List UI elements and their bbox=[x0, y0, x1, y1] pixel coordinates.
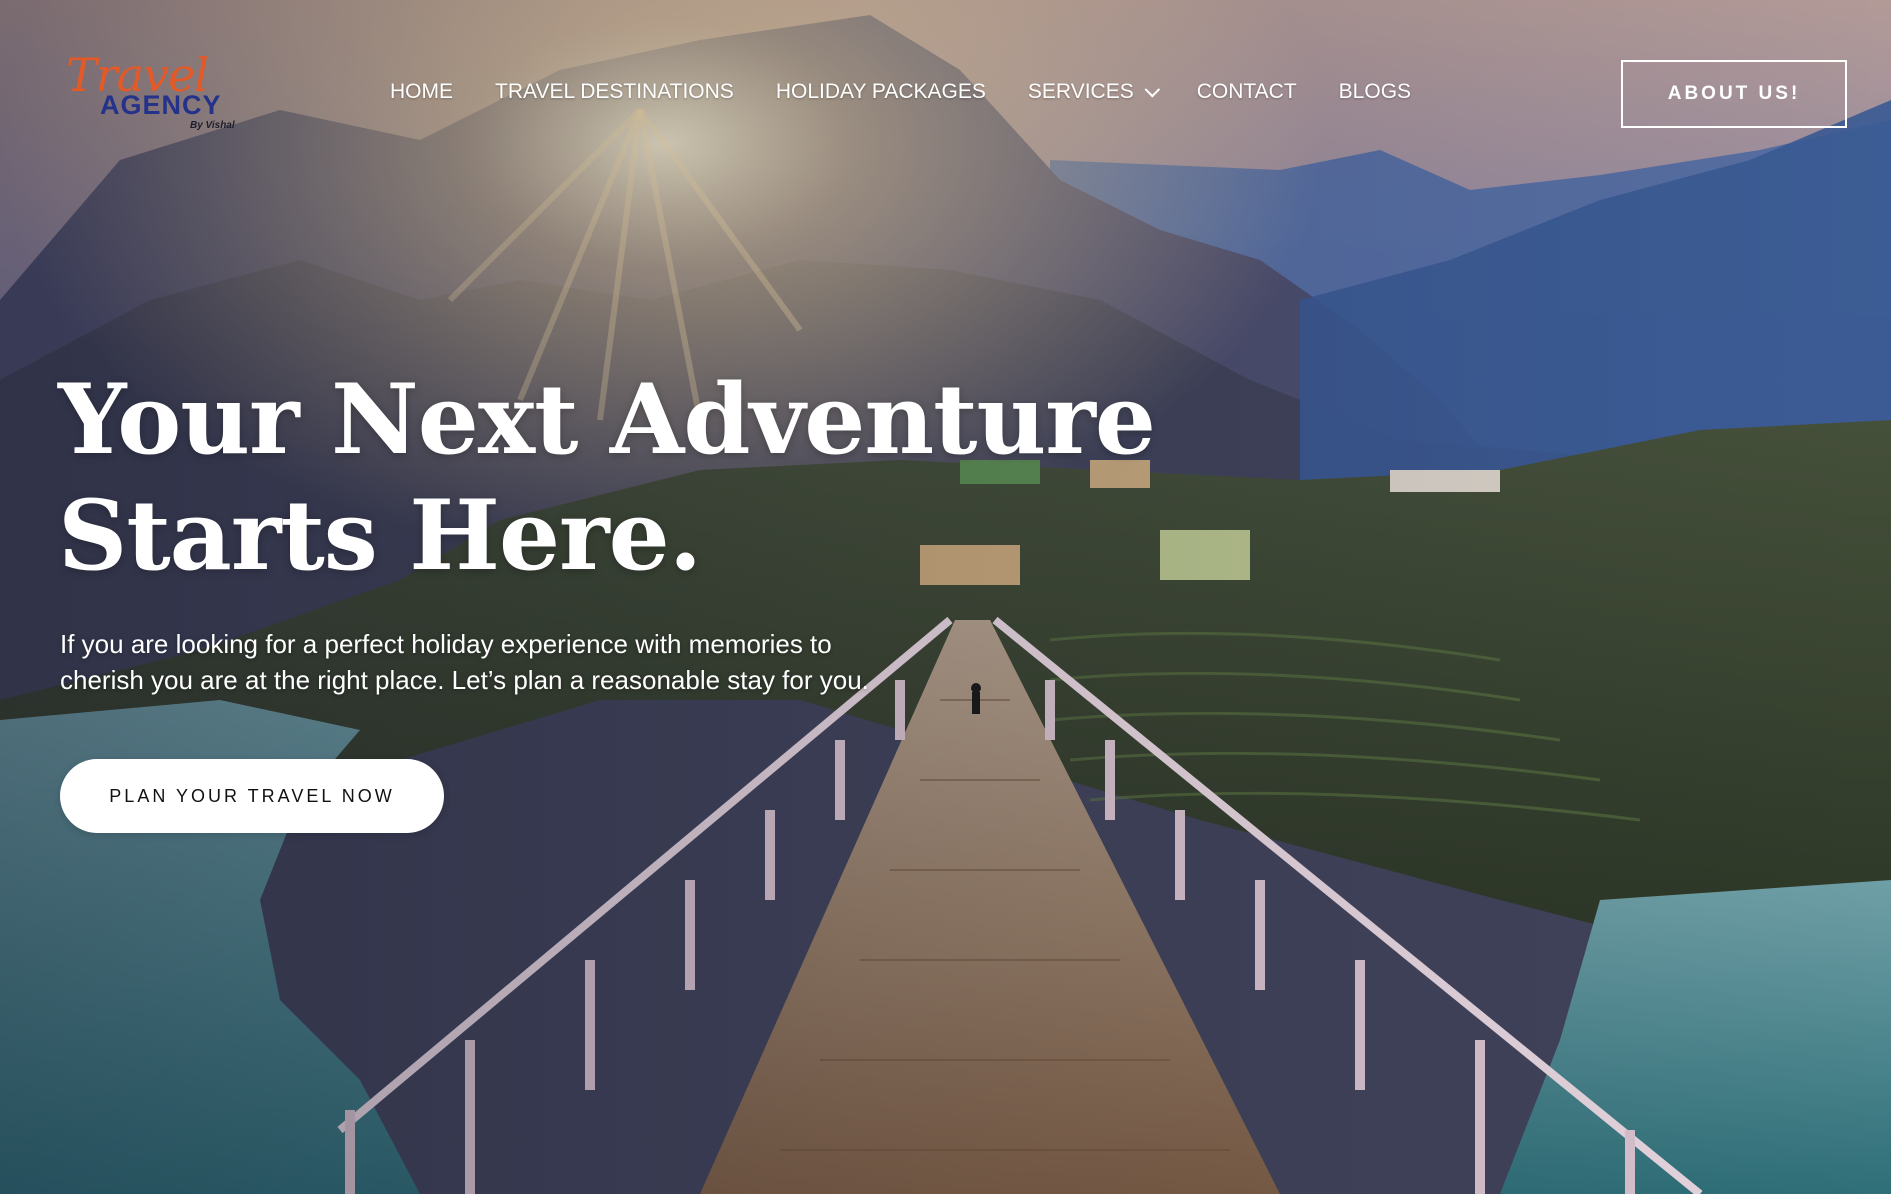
nav-contact-label: CONTACT bbox=[1196, 80, 1297, 103]
site-header: Travel AGENCY By Vishal HOME TRAVEL DEST… bbox=[0, 0, 1891, 190]
chevron-down-icon[interactable] bbox=[1144, 81, 1160, 97]
logo-byline: By Vishal bbox=[190, 120, 235, 131]
nav-home-label: HOME bbox=[390, 80, 453, 103]
nav-travel-destinations-label: TRAVEL DESTINATIONS bbox=[495, 80, 734, 103]
hero-subtitle-line1: If you are looking for a perfect holiday… bbox=[60, 629, 832, 659]
plan-travel-button[interactable]: PLAN YOUR TRAVEL NOW bbox=[60, 759, 444, 833]
nav-blogs[interactable]: BLOGS bbox=[1339, 80, 1411, 104]
about-us-button[interactable]: ABOUT US! bbox=[1621, 60, 1847, 128]
nav-services[interactable]: SERVICES bbox=[1027, 80, 1160, 104]
nav-blogs-label: BLOGS bbox=[1338, 80, 1412, 103]
nav-holiday-packages-label: HOLIDAY PACKAGES bbox=[775, 80, 986, 103]
plan-travel-label: PLAN YOUR TRAVEL NOW bbox=[109, 785, 395, 806]
page: Travel AGENCY By Vishal HOME TRAVEL DEST… bbox=[0, 0, 1891, 1194]
nav-travel-destinations[interactable]: TRAVEL DESTINATIONS bbox=[495, 80, 734, 104]
nav-services-label: SERVICES bbox=[1027, 80, 1134, 103]
brand-logo[interactable]: Travel AGENCY By Vishal bbox=[66, 48, 241, 138]
nav-holiday-packages[interactable]: HOLIDAY PACKAGES bbox=[776, 80, 986, 104]
hero-subtitle: If you are looking for a perfect holiday… bbox=[60, 626, 940, 698]
hero-subtitle-line2: cherish you are at the right place. Let’… bbox=[60, 665, 869, 695]
nav-contact[interactable]: CONTACT bbox=[1197, 80, 1297, 104]
main-navigation: HOME TRAVEL DESTINATIONS HOLIDAY PACKAGE… bbox=[390, 80, 1453, 104]
logo-agency-text: AGENCY bbox=[100, 90, 222, 120]
hero-title: Your Next Adventure Starts Here. bbox=[58, 362, 1158, 594]
hero-title-line2: Starts Here. bbox=[58, 479, 702, 592]
about-us-label: ABOUT US! bbox=[1667, 83, 1801, 104]
hero-title-line1: Your Next Adventure bbox=[58, 363, 1156, 476]
nav-home[interactable]: HOME bbox=[390, 80, 453, 104]
